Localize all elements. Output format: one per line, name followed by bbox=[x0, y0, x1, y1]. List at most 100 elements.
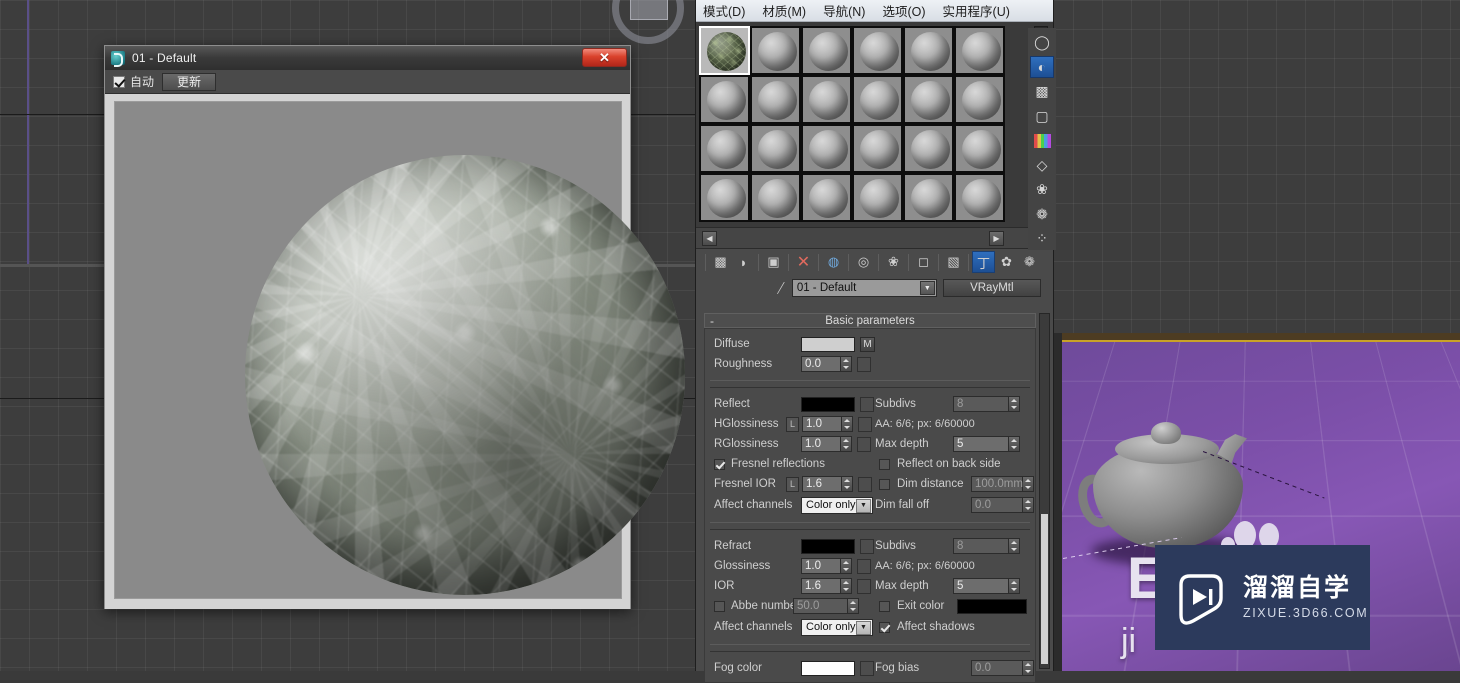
fog-color-row[interactable]: Fog color Fog bias 0.0 bbox=[705, 658, 1035, 678]
dim-distance-value[interactable]: 100.0mm bbox=[971, 476, 1023, 492]
reflect-on-back-side-checkbox[interactable] bbox=[879, 458, 890, 470]
refract-maxdepth-spin-buttons[interactable] bbox=[1009, 578, 1020, 594]
refract-maxdepth-spinner[interactable]: 5 bbox=[953, 578, 1020, 594]
hglossiness-row[interactable]: HGlossiness L 1.0 AA: 6/6; px: 6/60000 bbox=[705, 414, 1035, 434]
sample-type-sphere-icon[interactable]: ◯ bbox=[1030, 31, 1054, 54]
affect-shadows-checkbox[interactable] bbox=[879, 621, 890, 633]
refract-glossiness-map-slot[interactable] bbox=[857, 558, 871, 574]
roughness-row[interactable]: Roughness 0.0 bbox=[705, 354, 1035, 374]
sample-slot-10[interactable] bbox=[852, 75, 903, 124]
reflect-subdivs-spinner[interactable]: 8 bbox=[953, 396, 1020, 412]
menu-navigate[interactable]: 导航(N) bbox=[823, 1, 865, 20]
sample-slot-7[interactable] bbox=[699, 75, 750, 124]
reflect-affect-channels-row[interactable]: Affect channels Color only ▼ Dim fall of… bbox=[705, 494, 1035, 516]
abbe-number-spin-buttons[interactable] bbox=[848, 598, 859, 614]
refract-affect-channels-dropdown[interactable]: Color only ▼ bbox=[801, 618, 873, 636]
slots-horizontal-scrollbar[interactable]: ◀ ▶ bbox=[696, 227, 1053, 249]
assign-to-selection-icon[interactable]: ▣ bbox=[762, 251, 785, 273]
refract-glossiness-row[interactable]: Glossiness 1.0 AA: 6/6; px: 6/60000 bbox=[705, 556, 1035, 576]
rglossiness-spinner[interactable]: 1.0 bbox=[801, 436, 852, 452]
menu-options[interactable]: 选项(O) bbox=[882, 1, 925, 20]
refract-row[interactable]: Refract Subdivs 8 bbox=[705, 536, 1035, 556]
dim-distance-checkbox[interactable] bbox=[879, 478, 890, 490]
refract-ior-value[interactable]: 1.6 bbox=[801, 578, 841, 594]
refract-glossiness-spinner[interactable]: 1.0 bbox=[801, 558, 852, 574]
sample-slot-24[interactable] bbox=[954, 173, 1005, 222]
refract-glossiness-value[interactable]: 1.0 bbox=[801, 558, 841, 574]
diffuse-map-button[interactable]: M bbox=[860, 336, 875, 352]
sample-slot-12[interactable] bbox=[954, 75, 1005, 124]
reflect-subdivs-value[interactable]: 8 bbox=[953, 396, 1009, 412]
refract-subdivs-value[interactable]: 8 bbox=[953, 538, 1009, 554]
sample-slot-11[interactable] bbox=[903, 75, 954, 124]
fresnel-ior-map-slot[interactable] bbox=[858, 476, 872, 492]
material-name-combo[interactable]: 01 - Default ▼ bbox=[791, 279, 937, 297]
sample-slots-grid[interactable] bbox=[699, 26, 1053, 222]
diffuse-color-swatch[interactable] bbox=[801, 336, 855, 352]
fog-bias-spin-buttons[interactable] bbox=[1023, 660, 1034, 676]
make-unique-icon[interactable]: ◎ bbox=[852, 251, 875, 273]
sample-slot-8[interactable] bbox=[750, 75, 801, 124]
fog-color-swatch[interactable] bbox=[801, 660, 855, 676]
put-to-library-icon[interactable]: ❀ bbox=[882, 251, 905, 273]
sample-slot-19[interactable] bbox=[699, 173, 750, 222]
menu-mode[interactable]: 模式(D) bbox=[703, 1, 745, 20]
fresnel-ior-row[interactable]: Fresnel IOR L 1.6 Dim distance 100.0mm bbox=[705, 474, 1035, 494]
slots-scroll-left-arrow[interactable]: ◀ bbox=[702, 231, 717, 246]
update-button[interactable]: 更新 bbox=[162, 72, 217, 91]
material-map-navigator-icon[interactable]: ⁘ bbox=[1030, 227, 1054, 250]
refract-map-slot[interactable] bbox=[860, 538, 874, 554]
sample-slot-16[interactable] bbox=[852, 124, 903, 173]
reflect-maxdepth-spin-buttons[interactable] bbox=[1009, 436, 1020, 452]
refract-subdivs-spinner[interactable]: 8 bbox=[953, 538, 1020, 554]
sample-slot-13[interactable] bbox=[699, 124, 750, 173]
video-color-check-icon[interactable] bbox=[1030, 129, 1054, 152]
refract-maxdepth-value[interactable]: 5 bbox=[953, 578, 1009, 594]
dim-distance-spin-buttons[interactable] bbox=[1023, 476, 1034, 492]
refract-ior-map-slot[interactable] bbox=[857, 578, 871, 594]
fog-bias-spinner[interactable]: 0.0 bbox=[971, 660, 1034, 676]
material-preview-window[interactable]: 01 - Default ✕ 自动 更新 bbox=[104, 45, 685, 609]
put-to-scene-icon[interactable]: ◗ bbox=[732, 251, 755, 273]
reflect-subdivs-spin-buttons[interactable] bbox=[1009, 396, 1020, 412]
abbe-number-spinner[interactable]: 50.0 bbox=[793, 598, 859, 614]
sample-options-toolbar[interactable]: ◯ ◐ ▩ ▢ ◇ ❀ ❁ ⁘ bbox=[1028, 28, 1056, 250]
hglossiness-lock-button[interactable]: L bbox=[786, 416, 799, 432]
hglossiness-value[interactable]: 1.0 bbox=[802, 416, 842, 432]
roughness-spin-buttons[interactable] bbox=[841, 356, 852, 372]
refract-ior-row[interactable]: IOR 1.6 Max depth 5 bbox=[705, 576, 1035, 596]
dim-falloff-value[interactable]: 0.0 bbox=[971, 497, 1023, 513]
make-material-copy-icon[interactable]: ◍ bbox=[822, 251, 845, 273]
refract-subdivs-spin-buttons[interactable] bbox=[1009, 538, 1020, 554]
chevron-down-icon[interactable]: ▼ bbox=[919, 281, 935, 295]
hglossiness-spin-buttons[interactable] bbox=[842, 416, 853, 432]
material-name-row[interactable]: ⟋ 01 - Default ▼ VRayMtl bbox=[696, 275, 1053, 301]
dim-falloff-spinner[interactable]: 0.0 bbox=[971, 497, 1034, 513]
sample-slot-15[interactable] bbox=[801, 124, 852, 173]
background-checker-icon[interactable]: ▩ bbox=[1030, 80, 1054, 103]
abbe-number-row[interactable]: Abbe number 50.0 Exit color bbox=[705, 596, 1035, 616]
sample-slot-21[interactable] bbox=[801, 173, 852, 222]
reflect-maxdepth-value[interactable]: 5 bbox=[953, 436, 1009, 452]
eyedropper-icon[interactable]: ⟋ bbox=[775, 279, 788, 297]
sample-slot-18[interactable] bbox=[954, 124, 1005, 173]
refract-affect-channels-row[interactable]: Affect channels Color only ▼ Affect shad… bbox=[705, 616, 1035, 638]
diffuse-row[interactable]: Diffuse M bbox=[705, 334, 1035, 354]
menubar[interactable]: 模式(D) 材质(M) 导航(N) 选项(O) 实用程序(U) bbox=[696, 0, 1053, 22]
sample-slot-2[interactable] bbox=[750, 26, 801, 75]
material-effects-id-icon[interactable]: ◻ bbox=[912, 251, 935, 273]
preview-toolbar[interactable]: 自动 更新 bbox=[105, 70, 630, 94]
sample-slot-23[interactable] bbox=[903, 173, 954, 222]
sample-slot-4[interactable] bbox=[852, 26, 903, 75]
exit-color-swatch[interactable] bbox=[957, 598, 1027, 614]
viewcube-box[interactable] bbox=[630, 0, 668, 20]
fresnel-ior-spinner[interactable]: 1.6 bbox=[802, 476, 853, 492]
abbe-number-checkbox[interactable] bbox=[714, 600, 725, 612]
slots-scroll-right-arrow[interactable]: ▶ bbox=[989, 231, 1004, 246]
roughness-value[interactable]: 0.0 bbox=[801, 356, 841, 372]
sample-slots-area[interactable]: ▲ ▼ bbox=[696, 22, 1053, 227]
parameters-scrollbar[interactable] bbox=[1039, 313, 1050, 669]
fog-bias-value[interactable]: 0.0 bbox=[971, 660, 1023, 676]
dim-falloff-spin-buttons[interactable] bbox=[1023, 497, 1034, 513]
preview-canvas[interactable] bbox=[114, 101, 685, 599]
